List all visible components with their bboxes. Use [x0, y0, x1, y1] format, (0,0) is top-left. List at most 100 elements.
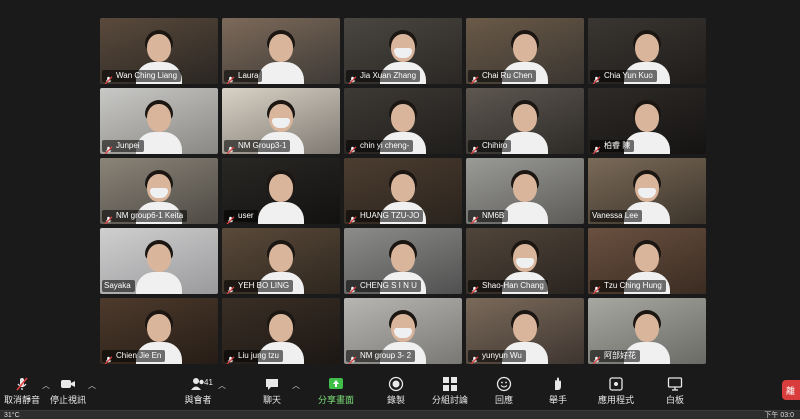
stop-video-label: 停止視訊	[49, 395, 86, 405]
video-camera-icon	[60, 376, 76, 392]
participant-tile[interactable]: Liu jung tzu	[222, 298, 340, 364]
raise-hand-label: 舉手	[548, 395, 567, 405]
participant-figure	[258, 30, 304, 84]
participant-name: Jia Xuan Zhang	[360, 71, 417, 80]
participant-nameplate: Wan Ching Liang	[102, 70, 182, 84]
whiteboard-button[interactable]: 白板	[645, 374, 705, 408]
participant-name: Wan Ching Liang	[116, 71, 178, 80]
reactions-button[interactable]: 回應	[474, 374, 534, 408]
microphone-muted-icon	[104, 212, 113, 224]
microphone-muted-icon	[470, 352, 479, 364]
participants-count: 41	[204, 378, 213, 387]
participants-label: 與會者	[184, 395, 212, 405]
participant-nameplate: NM Group3-1	[224, 140, 291, 154]
participant-name: 柏睿 陳	[604, 141, 631, 150]
participant-nameplate: Sayaka	[102, 280, 135, 292]
participant-tile[interactable]: Junpei	[100, 88, 218, 154]
microphone-muted-icon	[226, 282, 235, 294]
participant-figure	[136, 240, 182, 294]
participant-nameplate: Shao-Han Chang	[468, 280, 548, 294]
smiley-icon	[496, 376, 512, 392]
participant-tile[interactable]: Sayaka	[100, 228, 218, 294]
microphone-muted-icon	[348, 282, 357, 294]
microphone-muted-icon	[104, 72, 113, 84]
raise-hand-button[interactable]: 舉手	[528, 374, 588, 408]
participant-name: yunyun Wu	[482, 351, 522, 360]
microphone-muted-icon	[470, 282, 479, 294]
participant-nameplate: NM group6-1 Keita	[102, 210, 188, 224]
participant-tile[interactable]: Chia Yun Kuo	[588, 18, 706, 84]
os-taskbar: 31°C 下午 03:0	[0, 410, 800, 419]
participant-tile[interactable]: NM group6-1 Keita	[100, 158, 218, 224]
participant-tile[interactable]: yunyun Wu	[466, 298, 584, 364]
microphone-muted-icon	[104, 352, 113, 364]
whiteboard-icon	[667, 376, 683, 392]
weather-readout: 31°C	[4, 412, 20, 419]
apps-label: 應用程式	[597, 395, 634, 405]
microphone-muted-icon	[592, 282, 601, 294]
participant-tile[interactable]: NM6B	[466, 158, 584, 224]
meeting-toolbar: 取消靜音 ︿ 停止視訊 ︿ 41 與會者 ︿ 聊天 ︿ 分享畫面 錄製 分組討論…	[0, 370, 800, 410]
participant-nameplate: Chien Jie En	[102, 350, 166, 364]
record-button[interactable]: 錄製	[366, 374, 426, 408]
share-screen-icon	[328, 376, 344, 392]
record-icon	[388, 376, 404, 392]
participant-tile[interactable]: Chihiro	[466, 88, 584, 154]
participant-nameplate: 柏睿 陳	[590, 140, 635, 154]
apps-button[interactable]: 應用程式	[586, 374, 646, 408]
stop-video-button[interactable]: 停止視訊 ︿	[38, 374, 98, 408]
participant-name: Chia Yun Kuo	[604, 71, 653, 80]
participant-tile[interactable]: YEH BO LING	[222, 228, 340, 294]
participant-tile[interactable]: NM group 3- 2	[344, 298, 462, 364]
chat-label: 聊天	[262, 395, 281, 405]
chevron-up-icon[interactable]: ︿	[88, 380, 96, 391]
participant-name: user	[238, 211, 254, 220]
participant-tile[interactable]: user	[222, 158, 340, 224]
microphone-muted-icon	[592, 72, 601, 84]
participant-tile[interactable]: Chai Ru Chen	[466, 18, 584, 84]
participants-button[interactable]: 41 與會者 ︿	[168, 374, 228, 408]
participant-tile[interactable]: CHENG S I N U	[344, 228, 462, 294]
participant-tile[interactable]: NM Group3-1	[222, 88, 340, 154]
unmute-label: 取消靜音	[3, 395, 40, 405]
microphone-muted-icon	[470, 72, 479, 84]
participant-nameplate: 阿部好花	[590, 350, 640, 364]
breakout-rooms-button[interactable]: 分組討論	[420, 374, 480, 408]
participant-name: NM Group3-1	[238, 141, 287, 150]
chat-bubble-icon	[264, 376, 280, 392]
participant-figure	[502, 170, 548, 224]
breakout-grid-icon	[442, 376, 458, 392]
participant-nameplate: Junpei	[102, 140, 144, 154]
participant-tile[interactable]: 阿部好花	[588, 298, 706, 364]
end-meeting-button[interactable]: 離	[782, 380, 800, 400]
participant-tile[interactable]: Laura	[222, 18, 340, 84]
participant-tile[interactable]: Vanessa Lee	[588, 158, 706, 224]
participant-tile[interactable]: Shao-Han Chang	[466, 228, 584, 294]
share-screen-button[interactable]: 分享畫面	[306, 374, 366, 408]
chat-button[interactable]: 聊天 ︿	[242, 374, 302, 408]
participant-tile[interactable]: HUANG TZU-JO	[344, 158, 462, 224]
participant-tile[interactable]: Jia Xuan Zhang	[344, 18, 462, 84]
participant-nameplate: Tzu Ching Hung	[590, 280, 666, 294]
participant-nameplate: Chia Yun Kuo	[590, 70, 657, 84]
participant-tile[interactable]: 柏睿 陳	[588, 88, 706, 154]
whiteboard-label: 白板	[665, 395, 684, 405]
clock-readout: 下午 03:0	[764, 412, 794, 419]
microphone-muted-icon	[348, 142, 357, 154]
breakout-label: 分組討論	[431, 395, 468, 405]
microphone-muted-icon	[226, 212, 235, 224]
participant-nameplate: NM group 3- 2	[346, 350, 416, 364]
participant-name: YEH BO LING	[238, 281, 290, 290]
participant-tile[interactable]: Chien Jie En	[100, 298, 218, 364]
participant-tile[interactable]: Tzu Ching Hung	[588, 228, 706, 294]
participant-name: Junpei	[116, 141, 140, 150]
chevron-up-icon[interactable]: ︿	[292, 380, 300, 391]
participant-nameplate: YEH BO LING	[224, 280, 294, 294]
participant-tile[interactable]: Wan Ching Liang	[100, 18, 218, 84]
participant-tile[interactable]: chin yi cheng-	[344, 88, 462, 154]
participant-name: Chien Jie En	[116, 351, 162, 360]
microphone-muted-icon	[104, 142, 113, 154]
chevron-up-icon[interactable]: ︿	[218, 380, 226, 391]
hand-icon	[550, 376, 566, 392]
participant-name: NM group6-1 Keita	[116, 211, 184, 220]
